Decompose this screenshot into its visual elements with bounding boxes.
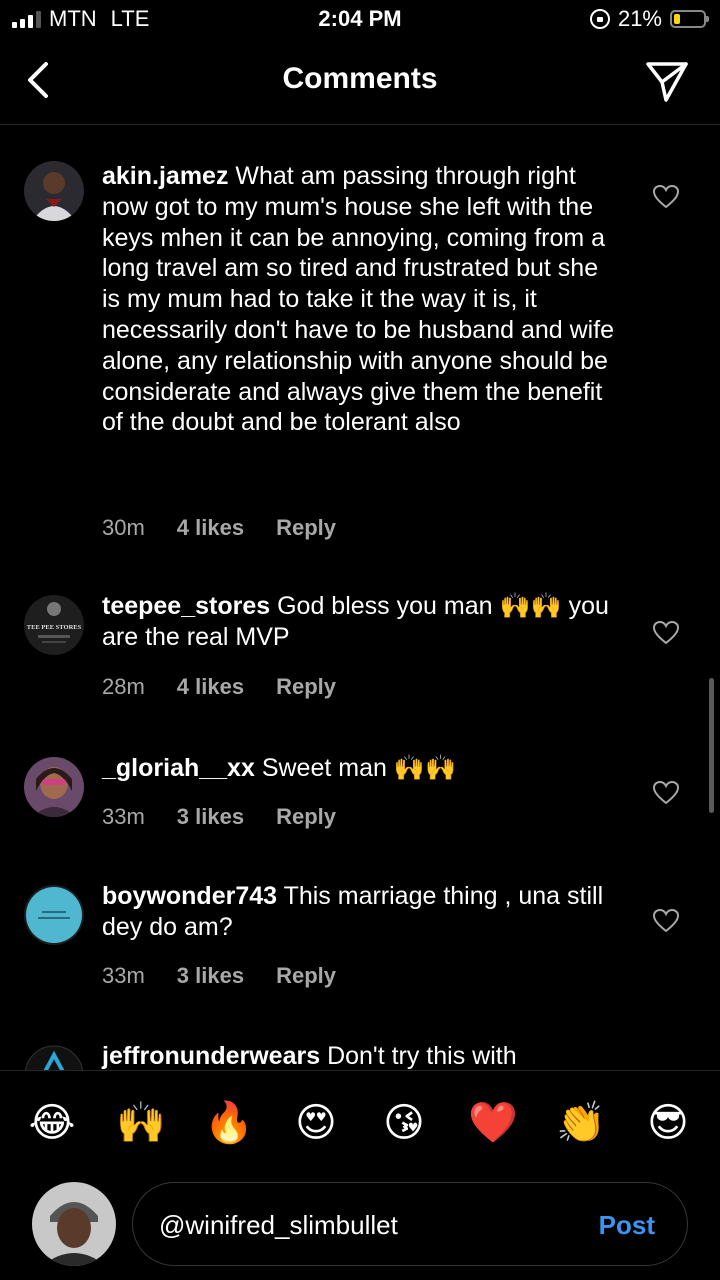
reply-button[interactable]: Reply [276,515,336,541]
status-right: 21% [589,6,709,32]
emoji-button[interactable]: ❤️ [468,1099,518,1147]
emoji-button[interactable]: 😘 [380,1099,428,1147]
orientation-lock-icon [589,9,610,29]
emoji-button[interactable]: 😍 [292,1099,340,1147]
scrollbar[interactable] [709,678,714,813]
comment-meta: 33m 3 likes Reply [102,804,336,830]
heart-icon[interactable] [652,619,680,647]
battery-percent: 21% [617,6,662,31]
comment-username[interactable]: boywonder743 [102,882,277,910]
emoji-button[interactable]: 😎 [644,1099,692,1147]
avatar[interactable] [24,1045,84,1070]
emoji-button[interactable]: 🔥 [204,1099,254,1147]
comment-text: _gloriah__xx Sweet man 🙌🙌 [102,753,622,784]
emoji-button[interactable]: 👏 [556,1099,606,1147]
comment-username[interactable]: akin.jamez [102,162,228,190]
comment-username[interactable]: jeffronunderwears [102,1042,320,1070]
comment-time: 33m [102,804,145,829]
comment-text: akin.jamez What am passing through right… [102,161,622,438]
heart-icon[interactable] [652,779,680,807]
comment-composer: @winifred_slimbullet Post [0,1182,720,1266]
avatar[interactable] [24,161,84,221]
avatar-text: TEE PEE STORES [27,624,82,631]
emoji-button[interactable]: 🙌 [116,1099,166,1147]
comment-meta: 28m 4 likes Reply [102,674,336,700]
heart-icon[interactable] [652,907,680,935]
comment-content: Don't try this with [327,1042,517,1070]
comment-content: Sweet man 🙌🙌 [261,754,457,782]
comment-time: 33m [102,963,145,988]
comment-text: teepee_stores God bless you man 🙌🙌 you a… [102,591,622,653]
comment-text: jeffronunderwears Don't try this with [102,1041,622,1070]
comment-input[interactable]: @winifred_slimbullet [159,1183,398,1267]
comment-time: 30m [102,515,145,540]
emoji-quick-bar: 😂 🙌 🔥 😍 😘 ❤️ 👏 😎 [0,1070,720,1176]
avatar[interactable]: TEE PEE STORES [24,595,84,655]
reply-button[interactable]: Reply [276,963,336,989]
comment-meta: 33m 3 likes Reply [102,963,336,989]
comment-content: What am passing through right now got to… [102,162,615,437]
avatar[interactable] [24,885,84,945]
page-title: Comments [282,62,438,95]
emoji-button[interactable]: 😂 [28,1099,76,1147]
reply-button[interactable]: Reply [276,804,336,830]
comments-list[interactable]: akin.jamez What am passing through right… [0,125,720,1070]
comment-text: boywonder743 This marriage thing , una s… [102,881,622,943]
comment-username[interactable]: teepee_stores [102,592,270,620]
reply-button[interactable]: Reply [276,674,336,700]
comment-likes[interactable]: 4 likes [177,515,244,541]
comment-likes[interactable]: 4 likes [177,674,244,700]
avatar[interactable] [24,757,84,817]
comment-input-field[interactable]: @winifred_slimbullet Post [132,1182,688,1266]
status-bar: MTN LTE 2:04 PM 21% [0,0,720,40]
heart-icon[interactable] [652,183,680,211]
comment-likes[interactable]: 3 likes [177,963,244,989]
comment-time: 28m [102,674,145,699]
paper-plane-icon[interactable] [644,58,690,104]
comments-header: Comments [0,40,720,125]
battery-icon [670,10,709,28]
avatar [32,1182,116,1266]
comment-username[interactable]: _gloriah__xx [102,754,255,782]
post-button[interactable]: Post [599,1183,655,1267]
comment-meta: 30m 4 likes Reply [102,515,336,541]
comment-likes[interactable]: 3 likes [177,804,244,830]
